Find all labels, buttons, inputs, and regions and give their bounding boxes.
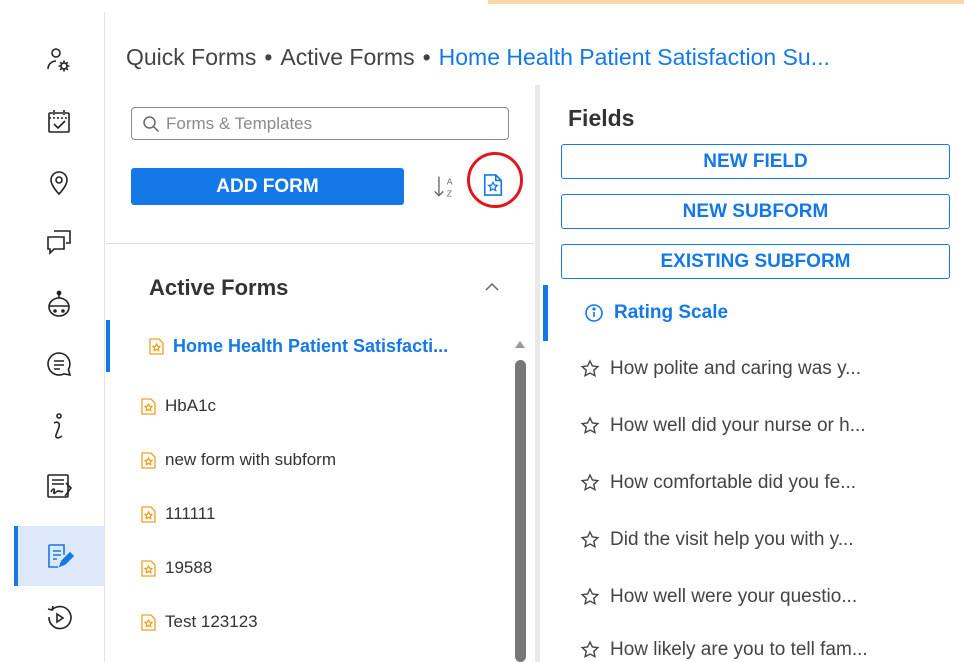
star-icon	[580, 473, 600, 492]
star-icon	[580, 530, 600, 549]
form-file-icon	[141, 397, 156, 415]
form-item-19588[interactable]: 19588	[106, 542, 496, 594]
fields-heading: Fields	[568, 105, 635, 131]
sort-az-icon: AZ	[434, 176, 453, 199]
active-forms-heading: Active Forms	[149, 275, 289, 300]
form-item-new-form-with-subform[interactable]: new form with subform	[106, 434, 496, 486]
form-item-label: new form with subform	[165, 450, 336, 469]
form-item-hba1c[interactable]: HbA1c	[106, 380, 496, 432]
sort-az-button[interactable]: AZ	[430, 171, 460, 203]
breadcrumb-separator: •	[422, 44, 431, 70]
chevron-up-icon[interactable]	[482, 280, 502, 294]
form-item-label: Home Health Patient Satisfacti...	[173, 335, 449, 356]
svg-text:A: A	[447, 176, 453, 186]
form-item-111111[interactable]: 111111	[106, 488, 496, 540]
rail-item-history[interactable]	[14, 588, 104, 648]
form-file-icon	[141, 505, 156, 523]
field-item-rating-scale[interactable]: Rating Scale	[540, 285, 964, 341]
star-icon	[580, 359, 600, 378]
form-file-icon	[141, 613, 156, 631]
bot-icon	[48, 290, 70, 317]
chat-bubbles-icon	[47, 230, 71, 255]
rail-item-forms[interactable]	[14, 526, 104, 586]
search-icon	[143, 115, 160, 132]
field-item[interactable]: How well were your questio...	[540, 569, 964, 625]
form-item-home-health[interactable]: Home Health Patient Satisfacti...	[106, 320, 496, 372]
field-item[interactable]: How polite and caring was y...	[540, 341, 964, 397]
new-subform-button[interactable]: NEW SUBFORM	[561, 194, 950, 229]
star-icon	[580, 416, 600, 435]
field-item[interactable]: How comfortable did you fe...	[540, 455, 964, 511]
forms-panel: ADD FORM AZ Active Forms Home Health Pat…	[106, 85, 534, 662]
star-icon	[580, 587, 600, 606]
form-file-icon	[141, 451, 156, 469]
rail-item-messages[interactable]	[14, 334, 104, 394]
field-item[interactable]: Did the visit help you with y...	[540, 512, 964, 568]
message-icon	[47, 352, 72, 377]
breadcrumb: Quick Forms • Active Forms • Home Health Pat…	[126, 44, 830, 71]
rail-item-chat[interactable]	[14, 212, 104, 272]
field-item-label: How polite and caring was y...	[610, 358, 861, 379]
rail-item-documents[interactable]	[14, 456, 104, 516]
existing-subform-button[interactable]: EXISTING SUBFORM	[561, 244, 950, 279]
forms-scrollbar-thumb[interactable]	[515, 360, 526, 662]
top-accent-bar	[488, 0, 964, 4]
form-file-icon	[149, 337, 164, 355]
svg-text:Z: Z	[447, 189, 453, 199]
scroll-up-arrow[interactable]	[515, 341, 525, 348]
location-pin-icon	[50, 171, 68, 196]
highlight-annotation-circle	[467, 152, 523, 208]
new-field-button[interactable]: NEW FIELD	[561, 144, 950, 179]
field-item-label: How comfortable did you fe...	[610, 472, 857, 493]
calendar-check-icon	[48, 110, 70, 133]
form-file-icon	[141, 559, 156, 577]
search-input[interactable]	[166, 113, 466, 134]
rail-item-info[interactable]	[14, 396, 104, 456]
form-edit-icon	[48, 544, 74, 568]
field-item-label: How well were your questio...	[610, 586, 858, 607]
form-item-label: HbA1c	[165, 396, 217, 415]
breadcrumb-current-form: Home Health Patient Satisfaction Su...	[438, 44, 830, 70]
info-icon	[53, 413, 63, 439]
panel-divider	[106, 243, 534, 244]
breadcrumb-quick-forms[interactable]: Quick Forms	[126, 44, 256, 70]
history-icon	[47, 605, 72, 630]
fields-panel: Fields NEW FIELD NEW SUBFORM EXISTING SU…	[540, 85, 964, 662]
info-circle-icon	[585, 304, 603, 322]
form-item-label: 19588	[165, 558, 213, 577]
rail-item-bot[interactable]	[14, 274, 104, 334]
form-item-test-123123[interactable]: Test 123123	[106, 596, 496, 648]
search-box[interactable]	[131, 107, 509, 140]
breadcrumb-active-forms[interactable]: Active Forms	[280, 44, 414, 70]
left-nav-rail	[14, 12, 105, 662]
field-item-label: Rating Scale	[614, 302, 729, 323]
form-item-label: Test 123123	[165, 612, 258, 631]
form-item-label: 111111	[165, 504, 216, 523]
field-item-label: Did the visit help you with y...	[610, 529, 854, 550]
user-settings-icon	[47, 48, 70, 72]
field-item[interactable]: How likely are you to tell fam...	[540, 622, 964, 662]
rail-item-calendar[interactable]	[14, 92, 104, 152]
breadcrumb-separator: •	[264, 44, 273, 70]
field-item[interactable]: How well did your nurse or h...	[540, 398, 964, 454]
signed-document-icon	[47, 474, 73, 498]
rail-item-location[interactable]	[14, 152, 104, 212]
add-form-button[interactable]: ADD FORM	[131, 168, 404, 205]
field-item-label: How likely are you to tell fam...	[610, 639, 868, 660]
field-item-label: How well did your nurse or h...	[610, 415, 866, 436]
rail-item-user-settings[interactable]	[14, 30, 104, 90]
star-icon	[580, 640, 600, 659]
